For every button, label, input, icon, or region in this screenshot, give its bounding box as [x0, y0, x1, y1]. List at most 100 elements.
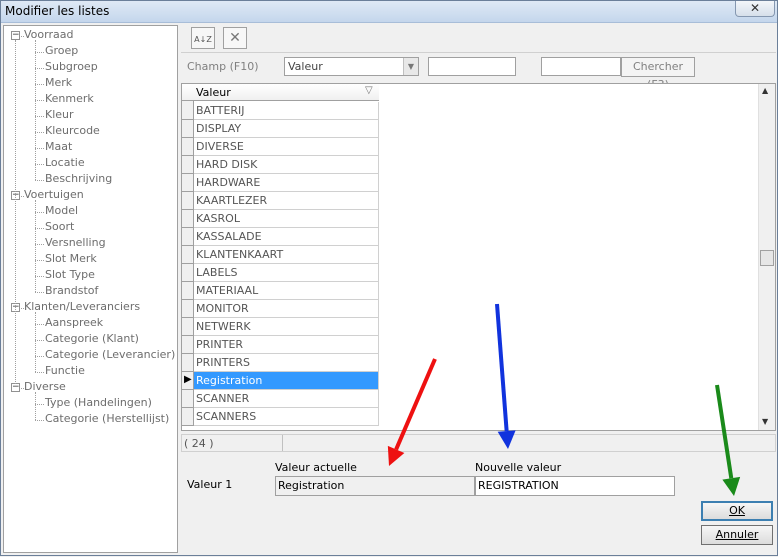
tree-leaf-node[interactable]: Brandstof: [35, 284, 98, 300]
row-indicator[interactable]: [182, 192, 194, 210]
table-row[interactable]: MATERIAAL: [194, 282, 379, 300]
filter-icon[interactable]: ▽: [365, 85, 373, 96]
row-indicator[interactable]: [182, 336, 194, 354]
tree-leaf-node[interactable]: Categorie (Leverancier): [35, 348, 175, 364]
scroll-up-icon[interactable]: ▲: [762, 86, 768, 95]
tree-node-label: Model: [45, 204, 79, 217]
tree-leaf-node[interactable]: Categorie (Herstellijst): [35, 412, 170, 428]
table-row[interactable]: NETWERK: [194, 318, 379, 336]
tree-node-label: Categorie (Herstellijst): [45, 412, 170, 425]
chevron-down-icon[interactable]: ▼: [403, 58, 418, 75]
row-indicator[interactable]: [182, 264, 194, 282]
field-select[interactable]: Valeur ▼: [284, 57, 419, 76]
tree-leaf-node[interactable]: Versnelling: [35, 236, 106, 252]
ok-button[interactable]: OK: [701, 501, 773, 521]
tree-connector: [21, 196, 24, 197]
tree-connector: [21, 388, 24, 389]
tree-group-node[interactable]: − Voertuigen: [11, 188, 84, 204]
tree-leaf-node[interactable]: Beschrijving: [35, 172, 112, 188]
table-row[interactable]: LABELS: [194, 264, 379, 282]
table-row[interactable]: PRINTER: [194, 336, 379, 354]
table-row[interactable]: HARDWARE: [194, 174, 379, 192]
tree-node-label: Subgroep: [45, 60, 98, 73]
tree-connector: [35, 312, 36, 372]
tree-leaf-node[interactable]: Soort: [35, 220, 74, 236]
table-row[interactable]: KASSALADE: [194, 228, 379, 246]
tree-connector: [35, 148, 44, 149]
row-indicator[interactable]: [182, 390, 194, 408]
row-indicator[interactable]: [182, 210, 194, 228]
tree-connector: [15, 40, 16, 384]
close-icon: ✕: [749, 1, 761, 15]
table-row[interactable]: DISPLAY: [194, 120, 379, 138]
current-row-icon: ▶: [184, 374, 192, 385]
tree-leaf-node[interactable]: Locatie: [35, 156, 85, 172]
tree-group-node[interactable]: − Klanten/Leveranciers: [11, 300, 141, 316]
sort-button[interactable]: A↓Z: [191, 27, 215, 49]
row-indicator[interactable]: ▶: [182, 372, 194, 390]
row-indicator[interactable]: [182, 300, 194, 318]
delete-button[interactable]: ✕: [223, 27, 247, 49]
table-row[interactable]: SCANNER: [194, 390, 379, 408]
column-header[interactable]: Valeur ▽: [182, 84, 379, 101]
tree-leaf-node[interactable]: Slot Type: [35, 268, 95, 284]
vertical-scrollbar[interactable]: ▲ ▼: [758, 84, 775, 430]
tree-leaf-node[interactable]: Kleurcode: [35, 124, 100, 140]
scroll-down-icon[interactable]: ▼: [762, 417, 768, 426]
row-indicator[interactable]: [182, 138, 194, 156]
tree-group-node[interactable]: − Voorraad: [11, 28, 73, 44]
table-row[interactable]: DIVERSE: [194, 138, 379, 156]
row-indicator[interactable]: [182, 102, 194, 120]
tree-leaf-node[interactable]: Maat: [35, 140, 72, 156]
tree-leaf-node[interactable]: Kenmerk: [35, 92, 94, 108]
tree-node-label: Groep: [45, 44, 79, 57]
tree-leaf-node[interactable]: Model: [35, 204, 79, 220]
row-indicator[interactable]: [182, 408, 194, 426]
search-button[interactable]: Chercher (F3): [621, 57, 695, 91]
tree-leaf-node[interactable]: Categorie (Klant): [35, 332, 139, 348]
collapse-icon[interactable]: −: [11, 31, 20, 40]
tree-leaf-node[interactable]: Aanspreek: [35, 316, 104, 332]
table-row[interactable]: KAARTLEZER: [194, 192, 379, 210]
tree-leaf-node[interactable]: Functie: [35, 364, 85, 380]
table-row[interactable]: KASROL: [194, 210, 379, 228]
field-select-value: Valeur: [288, 60, 323, 73]
table-row[interactable]: SCANNERS: [194, 408, 379, 426]
row-indicator[interactable]: [182, 120, 194, 138]
row-indicator[interactable]: [182, 318, 194, 336]
tree-group-node[interactable]: − Diverse: [11, 380, 66, 396]
tree-connector: [35, 292, 44, 293]
dialog-window: Modifier les listes ✕ − Voorraad Groep Subg…: [0, 0, 778, 556]
row-indicator[interactable]: [182, 354, 194, 372]
row-indicator[interactable]: [182, 246, 194, 264]
filter-input[interactable]: [428, 57, 516, 76]
row-indicator[interactable]: [182, 174, 194, 192]
tree-leaf-node[interactable]: Subgroep: [35, 60, 98, 76]
search-input[interactable]: [541, 57, 621, 76]
status-divider: [282, 435, 283, 451]
tree-leaf-node[interactable]: Merk: [35, 76, 72, 92]
tree-leaf-node[interactable]: Type (Handelingen): [35, 396, 152, 412]
table-row[interactable]: KLANTENKAART: [194, 246, 379, 264]
table-row[interactable]: Registration: [194, 372, 379, 390]
tree-connector: [35, 40, 36, 180]
row-indicator[interactable]: [182, 282, 194, 300]
collapse-icon[interactable]: −: [11, 383, 20, 392]
cancel-button[interactable]: Annuler: [701, 525, 773, 545]
tree-connector: [35, 212, 44, 213]
close-button[interactable]: ✕: [735, 1, 775, 17]
table-row[interactable]: MONITOR: [194, 300, 379, 318]
row-indicator[interactable]: [182, 228, 194, 246]
tree-connector: [35, 200, 36, 292]
new-value-field[interactable]: REGISTRATION: [475, 476, 675, 496]
tree-leaf-node[interactable]: Kleur: [35, 108, 74, 124]
scroll-thumb[interactable]: [760, 250, 774, 266]
row-indicator[interactable]: [182, 156, 194, 174]
table-row[interactable]: BATTERIJ: [194, 102, 379, 120]
tree-node-label: Klanten/Leveranciers: [24, 300, 141, 313]
tree-leaf-node[interactable]: Groep: [35, 44, 79, 60]
table-row[interactable]: PRINTERS: [194, 354, 379, 372]
tree-node-label: Aanspreek: [45, 316, 104, 329]
tree-leaf-node[interactable]: Slot Merk: [35, 252, 97, 268]
table-row[interactable]: HARD DISK: [194, 156, 379, 174]
